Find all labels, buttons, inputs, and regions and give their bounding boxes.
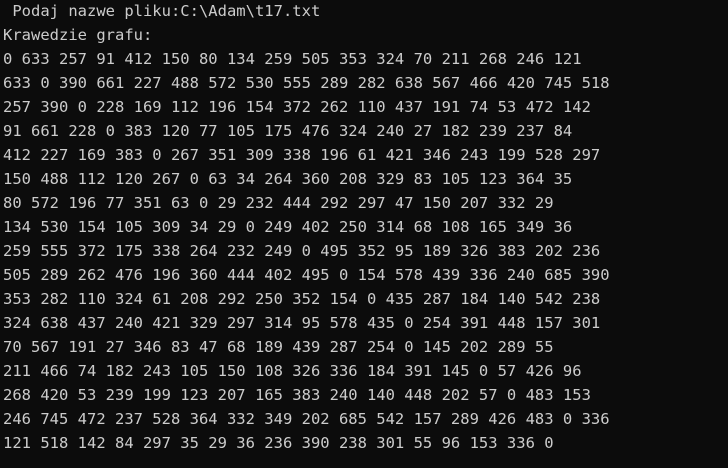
matrix-row-8: 134 530 154 105 309 34 29 0 249 402 250 … [3, 218, 573, 236]
matrix-row-9: 259 555 372 175 338 264 232 249 0 495 35… [3, 242, 601, 260]
matrix-row-16: 246 745 472 237 528 364 332 349 202 685 … [3, 410, 610, 428]
matrix-row-2: 633 0 390 661 227 488 572 530 555 289 28… [3, 74, 610, 92]
filename-prompt-line: Podaj nazwe pliku:C:\Adam\t17.txt [3, 2, 321, 20]
matrix-row-15: 268 420 53 239 199 123 207 165 383 240 1… [3, 386, 591, 404]
matrix-row-12: 324 638 437 240 421 329 297 314 95 578 4… [3, 314, 601, 332]
matrix-row-14: 211 466 74 182 243 105 150 108 326 336 1… [3, 362, 582, 380]
matrix-row-13: 70 567 191 27 346 83 47 68 189 439 287 2… [3, 338, 554, 356]
matrix-row-10: 505 289 262 476 196 360 444 402 495 0 15… [3, 266, 610, 284]
matrix-row-3: 257 390 0 228 169 112 196 154 372 262 11… [3, 98, 591, 116]
edges-heading: Krawedzie grafu: [3, 26, 153, 44]
console-window[interactable]: Podaj nazwe pliku:C:\Adam\t17.txt Krawed… [0, 0, 728, 468]
matrix-row-5: 412 227 169 383 0 267 351 309 338 196 61… [3, 146, 601, 164]
matrix-row-1: 0 633 257 91 412 150 80 134 259 505 353 … [3, 50, 582, 68]
matrix-row-7: 80 572 196 77 351 63 0 29 232 444 292 29… [3, 194, 554, 212]
matrix-row-11: 353 282 110 324 61 208 292 250 352 154 0… [3, 290, 601, 308]
matrix-row-4: 91 661 228 0 383 120 77 105 175 476 324 … [3, 122, 573, 140]
matrix-row-6: 150 488 112 120 267 0 63 34 264 360 208 … [3, 170, 573, 188]
matrix-row-17: 121 518 142 84 297 35 29 36 236 390 238 … [3, 434, 554, 452]
